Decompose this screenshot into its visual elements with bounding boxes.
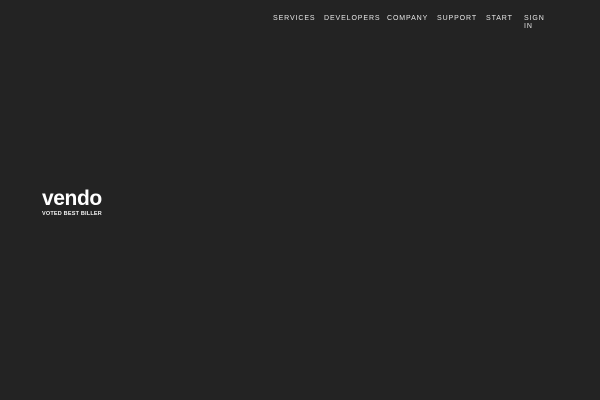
nav-sign-in[interactable]: SIGN IN [524,15,546,31]
nav-start[interactable]: START [486,15,513,23]
vendo-logo: vendo [42,187,102,210]
nav-developers[interactable]: DEVELOPERS [324,15,380,23]
brand-tagline: VOTED BEST BILLER [42,211,102,217]
top-navigation: SERVICES DEVELOPERS COMPANY SUPPORT STAR… [270,15,570,35]
nav-company[interactable]: COMPANY [387,15,428,23]
nav-support[interactable]: SUPPORT [437,15,477,23]
nav-services[interactable]: SERVICES [273,15,315,23]
brand-block: vendo VOTED BEST BILLER [42,188,122,220]
page: SERVICES DEVELOPERS COMPANY SUPPORT STAR… [0,0,600,400]
